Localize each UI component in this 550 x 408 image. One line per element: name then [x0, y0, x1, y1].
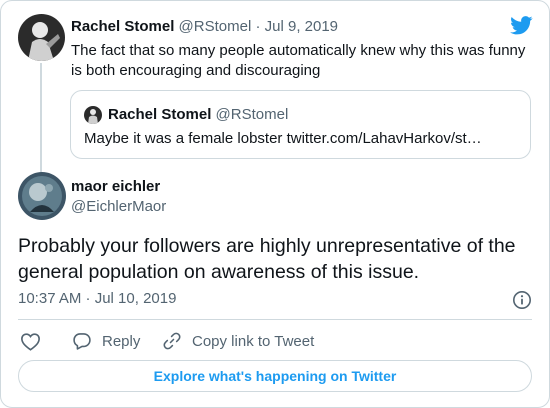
explore-twitter-button[interactable]: Explore what's happening on Twitter [18, 360, 532, 392]
info-icon[interactable] [512, 290, 532, 310]
quoted-tweet-text: Maybe it was a female lobster twitter.co… [84, 130, 482, 147]
header-separator: · [255, 18, 261, 35]
embedded-tweet-card: Rachel Stomel @RStomel · Jul 9, 2019 The… [0, 0, 550, 408]
parent-tweet-avatar[interactable] [18, 14, 65, 61]
quoted-display-name: Rachel Stomel [108, 106, 212, 123]
thread-connector-line [40, 63, 42, 173]
parent-display-name[interactable]: Rachel Stomel [71, 18, 174, 35]
quoted-tweet-header: Rachel Stomel @RStomel [108, 106, 288, 123]
parent-tweet-text: The fact that so many people automatical… [71, 42, 526, 79]
parent-tweet-header: Rachel Stomel @RStomel · Jul 9, 2019 [71, 18, 338, 35]
reply-label: Reply [102, 332, 141, 350]
tweet-timestamp[interactable]: 10:37 AM · Jul 10, 2019 [18, 290, 176, 307]
quoted-tweet[interactable]: Rachel Stomel @RStomel Maybe it was a fe… [70, 90, 531, 159]
quoted-tweet-avatar [84, 106, 102, 124]
parent-handle[interactable]: @RStomel [179, 18, 252, 35]
main-tweet-avatar[interactable] [18, 172, 66, 220]
twitter-bird-icon[interactable] [510, 16, 533, 35]
quoted-handle: @RStomel [215, 106, 289, 123]
main-handle[interactable]: @EichlerMaor [71, 198, 166, 215]
heart-icon [21, 332, 40, 351]
copy-link-label: Copy link to Tweet [192, 332, 315, 350]
action-divider [18, 319, 532, 320]
main-tweet-text: Probably your followers are highly unrep… [18, 235, 516, 283]
main-display-name[interactable]: maor eichler [71, 178, 160, 195]
speech-bubble-icon [73, 333, 91, 350]
parent-date[interactable]: Jul 9, 2019 [265, 18, 338, 35]
copy-link-button[interactable]: Copy link to Tweet [162, 330, 314, 352]
like-button[interactable] [20, 330, 51, 352]
link-icon [163, 332, 181, 350]
reply-button[interactable]: Reply [72, 330, 140, 352]
